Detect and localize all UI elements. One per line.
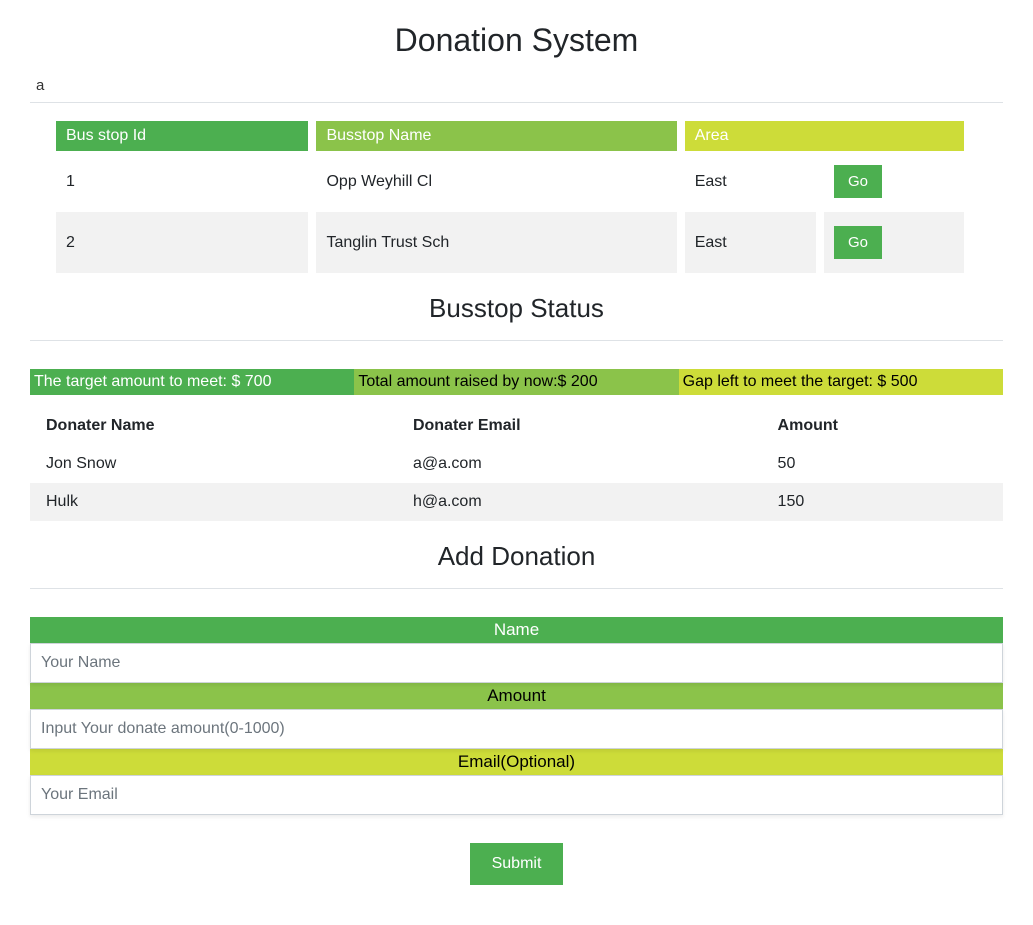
divider xyxy=(30,588,1003,589)
cell-name: Jon Snow xyxy=(30,445,397,483)
amount-field[interactable] xyxy=(30,709,1003,749)
status-raised: Total amount raised by now:$ 200 xyxy=(354,369,678,395)
table-row: 2 Tanglin Trust Sch East Go xyxy=(56,212,964,273)
amount-label: Amount xyxy=(30,683,1003,709)
col-header-id: Bus stop Id xyxy=(56,121,308,151)
cell-id: 2 xyxy=(56,212,308,273)
divider xyxy=(30,340,1003,341)
cell-amount: 150 xyxy=(762,483,1003,521)
submit-button[interactable]: Submit xyxy=(470,843,564,885)
search-input-row[interactable]: a xyxy=(30,73,1003,103)
status-target: The target amount to meet: $ 700 xyxy=(30,369,354,395)
col-header-area: Area xyxy=(685,121,964,151)
status-bar: The target amount to meet: $ 700 Total a… xyxy=(30,369,1003,395)
email-field[interactable] xyxy=(30,775,1003,815)
col-header-name: Busstop Name xyxy=(316,121,676,151)
cell-amount: 50 xyxy=(762,445,1003,483)
donaters-table: Donater Name Donater Email Amount Jon Sn… xyxy=(30,407,1003,521)
status-title: Busstop Status xyxy=(30,293,1003,324)
busstop-table: Bus stop Id Busstop Name Area 1 Opp Weyh… xyxy=(48,121,972,273)
add-donation-title: Add Donation xyxy=(30,541,1003,572)
status-gap: Gap left to meet the target: $ 500 xyxy=(679,369,1003,395)
cell-email: a@a.com xyxy=(397,445,762,483)
cell-email: h@a.com xyxy=(397,483,762,521)
cell-name: Opp Weyhill Cl xyxy=(316,151,676,212)
col-header-donater-name: Donater Name xyxy=(30,407,397,445)
cell-id: 1 xyxy=(56,151,308,212)
cell-name: Tanglin Trust Sch xyxy=(316,212,676,273)
name-label: Name xyxy=(30,617,1003,643)
cell-name: Hulk xyxy=(30,483,397,521)
table-row: Jon Snow a@a.com 50 xyxy=(30,445,1003,483)
cell-area: East xyxy=(685,212,816,273)
cell-area: East xyxy=(685,151,816,212)
col-header-donater-email: Donater Email xyxy=(397,407,762,445)
table-row: 1 Opp Weyhill Cl East Go xyxy=(56,151,964,212)
email-label: Email(Optional) xyxy=(30,749,1003,775)
donation-form: Name Amount Email(Optional) xyxy=(30,617,1003,815)
go-button[interactable]: Go xyxy=(834,165,882,198)
go-button[interactable]: Go xyxy=(834,226,882,259)
page-title: Donation System xyxy=(30,22,1003,59)
col-header-donater-amount: Amount xyxy=(762,407,1003,445)
table-row: Hulk h@a.com 150 xyxy=(30,483,1003,521)
name-field[interactable] xyxy=(30,643,1003,683)
